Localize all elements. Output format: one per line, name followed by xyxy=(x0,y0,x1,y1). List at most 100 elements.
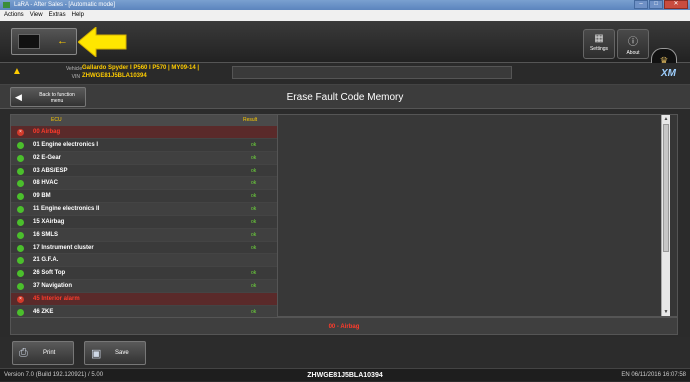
ecu-name: 11 Engine electronics II xyxy=(33,206,100,213)
action-bar: ⎙ Print ▣ Save xyxy=(0,337,690,368)
ecu-name: 16 SMLS xyxy=(33,231,59,238)
ecu-result: ok xyxy=(251,154,257,161)
ecu-name: 45 Interior alarm xyxy=(33,295,80,302)
vehicle-model: Gallardo Spyder I P560 I P570 | MY09-14 … xyxy=(82,65,200,71)
page-title: Erase Fault Code Memory xyxy=(286,92,404,103)
vin-label: VIN xyxy=(71,74,80,80)
table-row[interactable]: 08 HVAC ok xyxy=(11,177,277,191)
print-button[interactable]: ⎙ Print xyxy=(12,341,74,365)
car-icon: ▲ xyxy=(12,66,22,77)
settings-button[interactable]: ▦ Settings xyxy=(583,29,615,59)
minimize-button[interactable]: – xyxy=(634,0,648,9)
table-row[interactable]: 26 Soft Top ok xyxy=(11,267,277,281)
table-row[interactable]: 15 XAirbag ok xyxy=(11,215,277,229)
status-ok-icon xyxy=(17,167,24,175)
title-bar: LaRA - After Sales - [Automatic mode] – … xyxy=(0,0,690,10)
menu-help[interactable]: Help xyxy=(72,10,84,21)
scroll-thumb[interactable] xyxy=(663,124,669,252)
table-row[interactable]: 37 Navigation ok xyxy=(11,280,277,293)
ecu-table: ECU Result × 00 Airbag 01 Engine electroni… xyxy=(10,114,678,319)
annotation-arrow-icon xyxy=(78,27,127,57)
printer-icon: ⎙ xyxy=(19,347,28,359)
ecu-result: ok xyxy=(251,218,257,225)
ecu-result: ok xyxy=(251,231,257,238)
device-home-button[interactable]: ← xyxy=(11,28,77,55)
floppy-disk-icon: ▣ xyxy=(91,348,102,360)
column-result: Result xyxy=(243,117,258,123)
ecu-name: 08 HVAC xyxy=(33,180,58,187)
info-icon: ⓘ xyxy=(628,37,638,48)
table-row[interactable]: 21 G.F.A. xyxy=(11,254,277,268)
about-button[interactable]: ⓘ About xyxy=(617,29,649,59)
maximize-button[interactable]: □ xyxy=(649,0,663,9)
table-row[interactable]: 16 SMLS ok xyxy=(11,228,277,242)
menu-view[interactable]: View xyxy=(30,10,43,21)
ecu-result: ok xyxy=(251,270,257,277)
status-error-icon: × xyxy=(17,295,24,303)
locale-time: EN 06/11/2016 16:07:58 xyxy=(621,372,686,378)
ecu-result: ok xyxy=(251,180,257,187)
table-row[interactable]: 01 Engine electronics I ok xyxy=(11,138,277,152)
ecu-result: ok xyxy=(251,193,257,200)
status-ok-icon xyxy=(17,308,24,316)
ecu-name: 21 G.F.A. xyxy=(33,257,59,264)
save-label: Save xyxy=(115,350,129,356)
window-controls: – □ ✕ xyxy=(634,0,688,9)
settings-icon: ▦ xyxy=(594,33,604,44)
detail-pane: ▲ ▼ xyxy=(277,115,670,316)
status-bar: Version 7.0 (Build 192.120921) / 5.00 ZH… xyxy=(0,368,690,381)
xm-logo: XM xyxy=(661,68,676,79)
settings-label: Settings xyxy=(589,46,609,52)
arrow-left-icon: ← xyxy=(57,35,68,47)
arrow-left-icon: ◀ xyxy=(15,92,22,102)
ecu-name: 00 Airbag xyxy=(33,129,61,135)
scroll-up-icon[interactable]: ▲ xyxy=(662,115,670,123)
status-ok-icon xyxy=(17,244,24,252)
page-header: Erase Fault Code Memory ◀ Back to functi… xyxy=(0,85,690,109)
save-button[interactable]: ▣ Save xyxy=(84,341,146,365)
status-ok-icon xyxy=(17,257,24,265)
app-icon xyxy=(3,2,10,8)
table-rows: × 00 Airbag 01 Engine electronics Iok 02 E-… xyxy=(11,126,277,319)
status-ok-icon xyxy=(17,218,24,226)
ecu-result: ok xyxy=(251,206,257,213)
scrollbar[interactable]: ▲ ▼ xyxy=(661,115,670,316)
ecu-name: 03 ABS/ESP xyxy=(33,167,68,174)
status-ok-icon xyxy=(17,193,24,201)
status-ok-icon xyxy=(17,270,24,278)
status-ok-icon xyxy=(17,283,24,291)
window-title: LaRA - After Sales - [Automatic mode] xyxy=(14,2,116,8)
table-row[interactable]: 17 Instrument cluster ok xyxy=(11,241,277,255)
status-ok-icon xyxy=(17,180,24,188)
ecu-name: 02 E-Gear xyxy=(33,154,62,161)
table-row[interactable]: 02 E-Gear ok xyxy=(11,151,277,165)
table-row[interactable]: 03 ABS/ESP ok xyxy=(11,164,277,178)
table-row[interactable]: × 45 Interior alarm xyxy=(11,292,277,306)
ecu-result: ok xyxy=(251,283,257,290)
ecu-name: 37 Navigation xyxy=(33,283,73,290)
vehicle-values: Gallardo Spyder I P560 I P570 | MY09-14 … xyxy=(82,64,199,80)
ecu-name: 01 Engine electronics I xyxy=(33,141,99,148)
close-button[interactable]: ✕ xyxy=(664,0,688,9)
print-label: Print xyxy=(43,350,56,356)
status-error-icon: × xyxy=(17,129,24,136)
status-ok-icon xyxy=(17,206,24,214)
status-ok-icon xyxy=(17,231,24,239)
column-ecu: ECU xyxy=(51,117,62,123)
vehicle-labels: Vehicle VIN xyxy=(66,65,82,81)
back-to-function-menu-button[interactable]: ◀ Back to function menu xyxy=(10,87,86,107)
menu-actions[interactable]: Actions xyxy=(4,10,24,21)
ecu-result: ok xyxy=(251,244,257,251)
back-label: Back to function menu xyxy=(39,92,75,104)
vehicle-vin: ZHWGE81J5BLA10394 xyxy=(82,73,147,79)
scroll-down-icon[interactable]: ▼ xyxy=(662,308,670,316)
ecu-result: ok xyxy=(251,167,257,174)
status-ok-icon xyxy=(17,141,24,149)
table-row[interactable]: 11 Engine electronics II ok xyxy=(11,203,277,216)
table-header: ECU Result xyxy=(11,115,277,126)
table-row[interactable]: × 00 Airbag xyxy=(11,126,277,139)
error-summary: 00 - Airbag xyxy=(10,317,678,335)
status-ok-icon xyxy=(17,154,24,162)
menu-extras[interactable]: Extras xyxy=(49,10,66,21)
table-row[interactable]: 09 BM ok xyxy=(11,190,277,204)
